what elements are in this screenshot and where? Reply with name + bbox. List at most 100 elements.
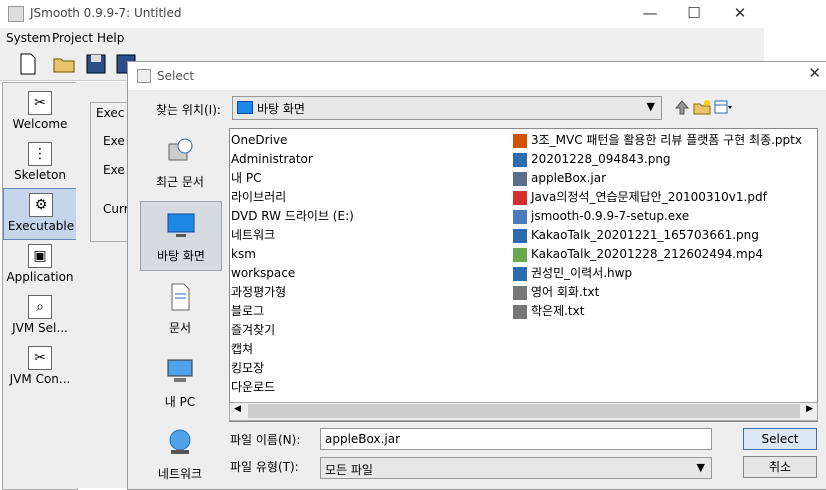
file-name: 권성민_이력서.hwp (531, 266, 633, 280)
mp4-icon (513, 247, 527, 262)
file-name: 킹모장 (231, 361, 265, 375)
place-label: 내 PC (164, 395, 196, 409)
list-item[interactable]: 블로그 (231, 302, 354, 321)
list-item[interactable]: KakaoTalk_20201221_165703661.png (513, 226, 802, 245)
new-file-icon[interactable] (16, 52, 40, 76)
list-item[interactable]: 네트워크 (231, 226, 354, 245)
place-recent[interactable]: 최근 문서 (140, 128, 220, 196)
place-label: 최근 문서 (156, 175, 204, 189)
skeleton-icon: ⋮ (28, 142, 52, 166)
menu-system[interactable]: System (6, 31, 51, 45)
save-icon[interactable] (84, 52, 108, 76)
close-button[interactable]: ✕ (720, 2, 760, 26)
application-icon: ▣ (28, 244, 52, 268)
jvm-configuration-icon: ✂ (28, 346, 52, 370)
scrollbar-thumb[interactable] (248, 404, 800, 418)
place-network[interactable]: 네트워크 (140, 420, 220, 488)
chevron-down-icon: ▼ (696, 461, 705, 474)
documents-icon (171, 283, 190, 311)
menu-help[interactable]: Help (97, 31, 124, 45)
main-title-bar: JSmooth 0.9.9-7: Untitled — ☐ ✕ (0, 0, 764, 28)
file-name: OneDrive (231, 133, 288, 147)
new-folder-icon[interactable] (693, 99, 711, 115)
list-item[interactable]: ksm (231, 245, 354, 264)
list-item[interactable]: 20201228_094843.png (513, 150, 802, 169)
sidebar-item-jvm-configuration[interactable]: ✂ JVM Con... (3, 342, 77, 392)
list-item[interactable]: DVD RW 드라이브 (E:) (231, 207, 354, 226)
file-name: 20201228_094843.png (531, 152, 671, 166)
dialog-title-bar: Select ✕ (128, 62, 826, 90)
file-name: 즐겨찾기 (231, 323, 276, 337)
sidebar-item-jvm-selection[interactable]: ⌕ JVM Sel... (3, 291, 77, 341)
file-column-files: 3조_MVC 패턴을 활용한 리뷰 플랫폼 구현 최종.pptx 20201228… (513, 131, 802, 321)
recent-documents-icon (168, 138, 193, 161)
place-label: 네트워크 (157, 467, 203, 481)
list-item[interactable]: 즐겨찾기 (231, 321, 354, 340)
file-name: 라이브러리 (231, 190, 287, 204)
minimize-button[interactable]: — (630, 2, 670, 26)
file-list[interactable]: OneDrive Administrator 내 PC 라이브러리 DVD RW 드라이… (229, 128, 818, 422)
list-item[interactable]: 권성민_이력서.hwp (513, 264, 802, 283)
look-in-value: 바탕 화면 (257, 102, 305, 116)
sidebar-item-label: Skeleton (14, 168, 66, 182)
file-name-input[interactable]: appleBox.jar (320, 428, 712, 450)
list-item[interactable]: OneDrive (231, 131, 354, 150)
pdf-icon (513, 190, 527, 205)
list-item[interactable]: workspace (231, 264, 354, 283)
list-item[interactable]: Administrator (231, 150, 354, 169)
file-type-value: 모든 파일 (325, 463, 373, 477)
open-folder-icon[interactable] (52, 52, 76, 76)
place-this-pc[interactable]: 내 PC (140, 348, 220, 416)
file-name: 캡쳐 (231, 342, 254, 356)
java-icon (137, 69, 151, 83)
maximize-button[interactable]: ☐ (674, 2, 714, 26)
list-item[interactable]: 캡쳐 (231, 340, 354, 359)
look-in-combo[interactable]: 바탕 화면 ▼ (232, 96, 662, 120)
list-item[interactable]: 다운로드 (231, 378, 354, 397)
file-name-label: 파일 이름(N): (230, 433, 301, 447)
place-desktop[interactable]: 바탕 화면 (140, 201, 222, 271)
file-name: jsmooth-0.9.9-7-setup.exe (531, 209, 690, 223)
file-name: KakaoTalk_20201228_212602494.mp4 (531, 247, 763, 261)
cancel-button[interactable]: 취소 (743, 456, 817, 478)
sidebar-item-label: JVM Con... (9, 372, 71, 386)
list-item[interactable]: 킹모장 (231, 359, 354, 378)
txt-icon (513, 285, 527, 300)
list-item[interactable]: 내 PC (231, 169, 354, 188)
sidebar-item-executable[interactable]: ⚙ Executable (3, 188, 79, 240)
view-menu-icon[interactable] (714, 99, 732, 115)
file-name: 학은제.txt (531, 304, 585, 318)
list-item[interactable]: 학은제.txt (513, 302, 802, 321)
list-item[interactable]: 과정평가형 (231, 283, 354, 302)
file-type-combo[interactable]: 모든 파일 ▼ (320, 457, 712, 479)
look-in-label: 찾는 위치(I): (156, 103, 221, 117)
horizontal-scrollbar[interactable]: ◀ ▶ (229, 402, 818, 421)
file-name: KakaoTalk_20201221_165703661.png (531, 228, 759, 242)
list-item[interactable]: KakaoTalk_20201228_212602494.mp4 (513, 245, 802, 264)
list-item[interactable]: jsmooth-0.9.9-7-setup.exe (513, 207, 802, 226)
sidebar: ✂ Welcome ⋮ Skeleton ⚙ Executable ▣ Applicat… (2, 82, 79, 490)
scroll-right-icon[interactable]: ▶ (806, 404, 813, 414)
file-type-label: 파일 유형(T): (230, 460, 299, 474)
up-folder-icon[interactable] (673, 99, 691, 115)
menu-project[interactable]: Project (52, 31, 93, 45)
list-item[interactable]: Java의정석_연습문제답안_20100310v1.pdf (513, 188, 802, 207)
select-button[interactable]: Select (743, 428, 817, 450)
place-documents[interactable]: 문서 (140, 274, 220, 342)
scroll-left-icon[interactable]: ◀ (234, 404, 241, 414)
file-column-folders: OneDrive Administrator 내 PC 라이브러리 DVD RW 드라이… (231, 131, 354, 397)
group-title: Exec (96, 106, 125, 120)
list-item[interactable]: 3조_MVC 패턴을 활용한 리뷰 플랫폼 구현 최종.pptx (513, 131, 802, 150)
list-item[interactable]: 영어 회화.txt (513, 283, 802, 302)
sidebar-item-skeleton[interactable]: ⋮ Skeleton (3, 138, 77, 188)
file-name: 블로그 (231, 304, 265, 318)
sidebar-item-welcome[interactable]: ✂ Welcome (3, 87, 77, 137)
computer-icon (167, 359, 193, 382)
file-name: 3조_MVC 패턴을 활용한 리뷰 플랫폼 구현 최종.pptx (531, 133, 802, 147)
sidebar-item-application[interactable]: ▣ Application (3, 240, 77, 290)
select-dialog: Select ✕ 찾는 위치(I): 바탕 화면 ▼ 최근 문서 바탕 화면 문… (127, 61, 826, 490)
list-item[interactable]: appleBox.jar (513, 169, 802, 188)
dialog-close-button[interactable]: ✕ (808, 64, 821, 82)
executable-icon: ⚙ (29, 193, 53, 217)
list-item[interactable]: 라이브러리 (231, 188, 354, 207)
